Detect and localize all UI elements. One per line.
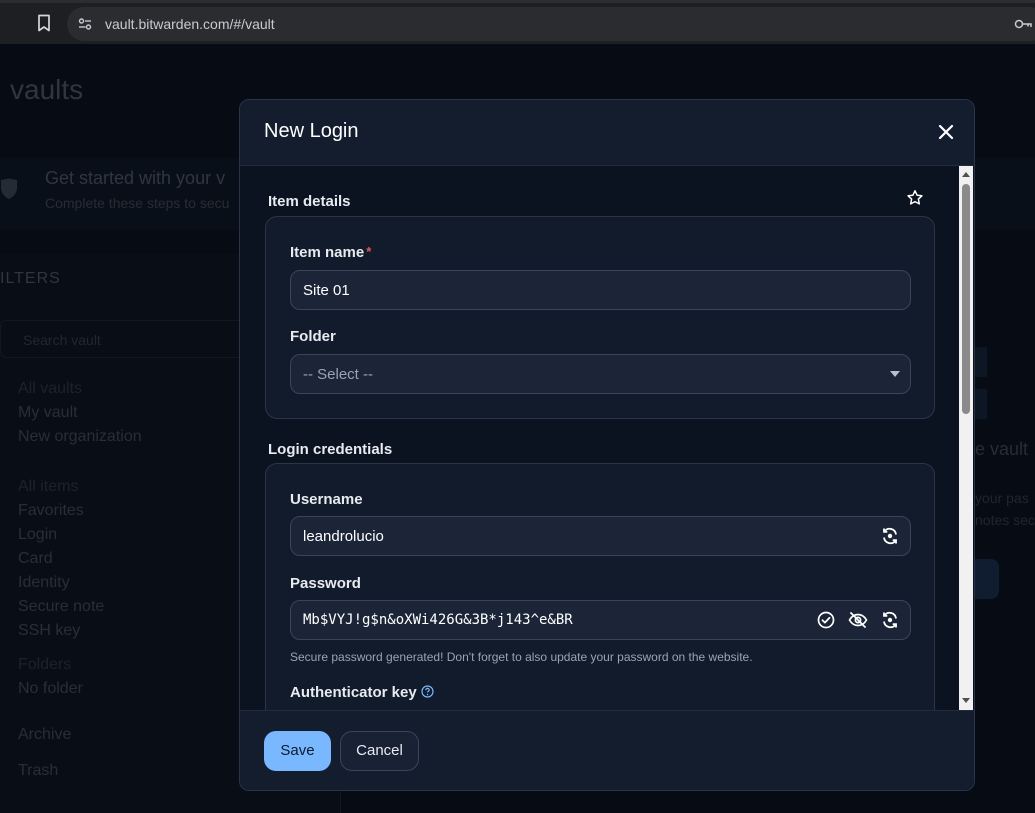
chevron-down-icon [890, 371, 900, 377]
dialog-footer: Save Cancel [240, 710, 974, 790]
browser-toolbar: vault.bitwarden.com/#/vault [0, 0, 1035, 44]
scrollbar-thumb[interactable] [962, 184, 970, 414]
bookmark-icon[interactable] [34, 13, 54, 33]
site-info-icon[interactable] [77, 16, 93, 32]
favorite-star-icon[interactable] [906, 189, 924, 207]
cancel-button[interactable]: Cancel [340, 731, 419, 771]
authenticator-key-label-text: Authenticator key [290, 684, 417, 701]
username-input[interactable]: leandrolucio [290, 516, 911, 556]
url-text: vault.bitwarden.com/#/vault [105, 16, 275, 32]
username-value: leandrolucio [303, 528, 384, 545]
item-name-label-text: Item name [290, 244, 365, 261]
login-credentials-heading: Login credentials [268, 441, 393, 458]
check-password-icon[interactable] [816, 610, 836, 630]
item-name-input[interactable]: Site 01 [290, 270, 911, 310]
address-bar[interactable]: vault.bitwarden.com/#/vault [67, 7, 1035, 41]
password-hint: Secure password generated! Don't forget … [290, 650, 753, 664]
password-label: Password [290, 575, 361, 592]
folder-select[interactable]: -- Select -- [290, 354, 911, 394]
item-name-value: Site 01 [303, 282, 350, 299]
generate-username-icon[interactable] [880, 526, 900, 546]
scroll-down-arrow[interactable] [962, 698, 970, 703]
username-label: Username [290, 491, 363, 508]
dialog-scrollbar[interactable] [959, 166, 973, 710]
generate-password-icon[interactable] [880, 610, 900, 630]
new-login-dialog: New Login Item details Item name * Site 0… [239, 99, 975, 791]
item-details-heading: Item details [268, 193, 351, 210]
dialog-body[interactable]: Item details Item name * Site 01 Folder -… [240, 166, 974, 710]
hide-password-icon[interactable] [848, 610, 868, 630]
save-button[interactable]: Save [264, 731, 331, 771]
item-details-card: Item name * Site 01 Folder -- Select -- [265, 216, 935, 419]
folder-label: Folder [290, 328, 336, 345]
help-icon[interactable] [421, 685, 434, 698]
scroll-up-arrow[interactable] [962, 172, 970, 177]
dialog-header: New Login [240, 100, 974, 166]
dialog-title: New Login [264, 120, 359, 142]
close-icon[interactable] [934, 120, 958, 144]
password-value: Mb$VYJ!g$n&oXWi426G&3B*j143^e&BR [303, 612, 573, 628]
required-marker: * [366, 244, 372, 259]
login-credentials-card: Username leandrolucio Password Mb$VYJ!g$… [265, 463, 935, 710]
item-name-label: Item name * [290, 244, 371, 261]
authenticator-key-label: Authenticator key [290, 684, 434, 701]
password-key-icon[interactable] [1014, 17, 1032, 31]
password-input[interactable]: Mb$VYJ!g$n&oXWi426G&3B*j143^e&BR [290, 600, 911, 640]
folder-selected-value: -- Select -- [303, 366, 374, 383]
